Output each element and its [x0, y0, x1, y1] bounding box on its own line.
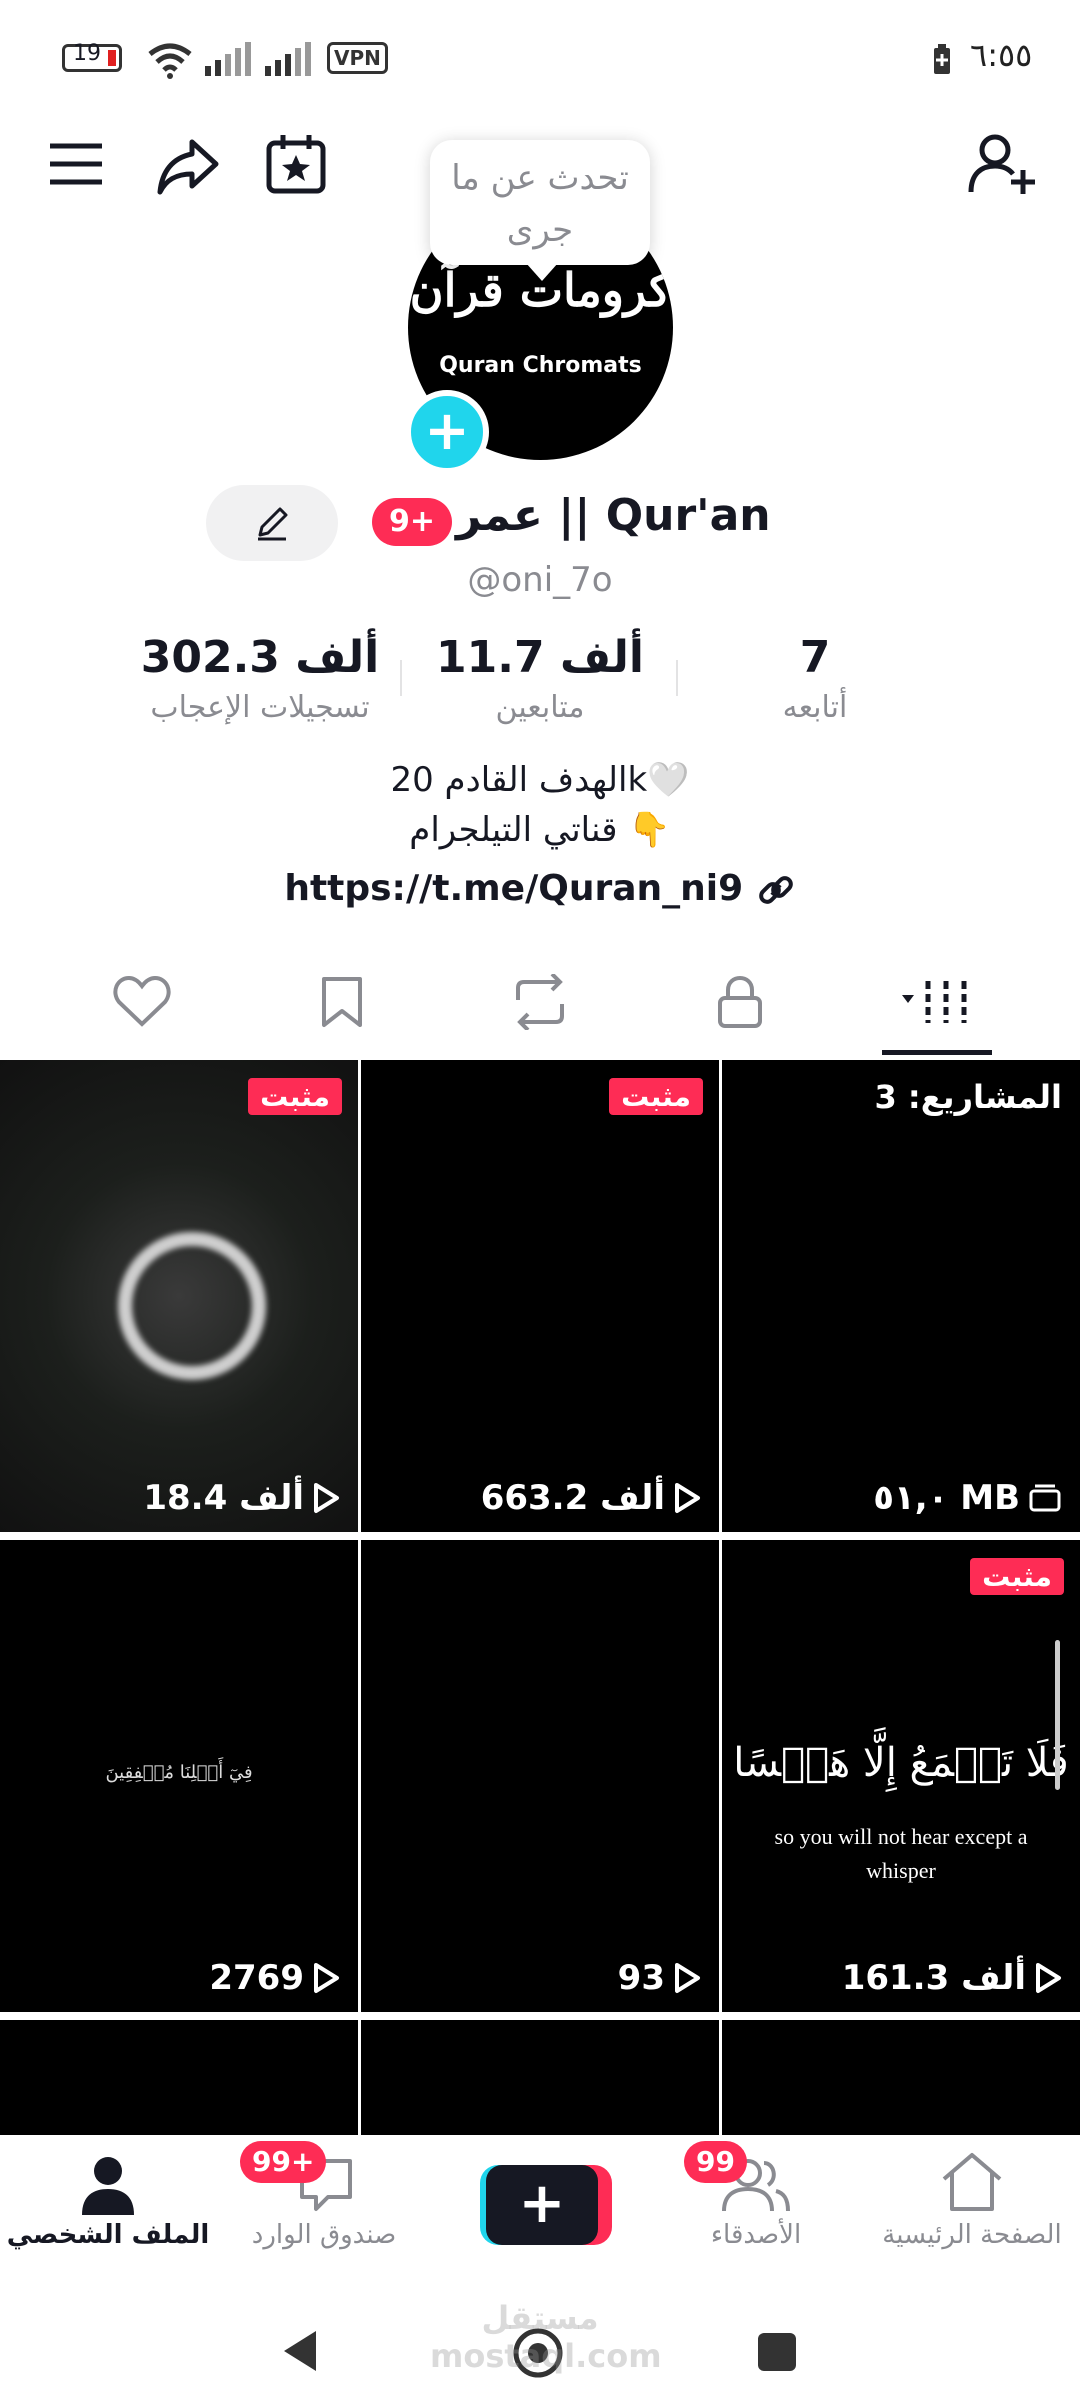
- view-count: 18.4 ألف: [143, 1478, 340, 1518]
- verse-text: فِيٓ أَهۡلِنَا مُشۡفِقِينَ: [105, 1762, 253, 1783]
- plus-icon: +: [486, 2165, 598, 2245]
- repost-icon: [516, 974, 564, 1030]
- avatar-logo-english: Quran Chromats: [439, 353, 642, 378]
- nav-home[interactable]: الصفحة الرئيسية: [864, 2135, 1080, 2285]
- add-friend-icon[interactable]: [960, 126, 1044, 202]
- heart-icon: [113, 976, 171, 1027]
- tooltip-line-2: جرى: [506, 210, 574, 250]
- home-icon: [942, 2153, 1002, 2211]
- nav-profile[interactable]: الملف الشخصي: [0, 2135, 216, 2285]
- video-thumbnail[interactable]: فِيٓ أَهۡلِنَا مُشۡفِقِينَ 2769: [0, 1540, 358, 2012]
- nav-inbox[interactable]: 99+ صندوق الوارد: [216, 2135, 432, 2285]
- pinned-badge: مثبت: [609, 1078, 703, 1115]
- scrollbar[interactable]: [1055, 1640, 1060, 1790]
- lock-icon: [718, 975, 762, 1028]
- video-thumbnail[interactable]: [722, 2020, 1080, 2135]
- recents-icon[interactable]: [756, 2331, 798, 2373]
- drafts-label: المشاريع: 3: [874, 1078, 1062, 1116]
- grid-icon: [902, 981, 967, 1023]
- followers-count[interactable]: 11.7 ألف: [430, 632, 650, 683]
- verse-text: فَلَا تَسۡمَعُ إِلَّا هَمۡسًا: [733, 1740, 1069, 1786]
- add-story-button[interactable]: +: [405, 390, 489, 474]
- video-thumbnail[interactable]: [361, 2020, 719, 2135]
- tab-favorites[interactable]: [282, 962, 402, 1042]
- play-icon: [675, 1483, 700, 1513]
- drafts-icon: [1029, 1484, 1061, 1512]
- following-label: أتابعه: [782, 690, 848, 725]
- edit-profile-button[interactable]: [206, 485, 338, 561]
- view-count: 93: [618, 1958, 701, 1998]
- clock: ٦:٥٥: [970, 36, 1033, 74]
- inbox-badge: 99+: [240, 2141, 327, 2183]
- view-count: 2769: [209, 1958, 340, 1998]
- bio-link[interactable]: https://t.me/Quran_ni9: [0, 868, 1080, 909]
- tab-reposts[interactable]: [480, 962, 600, 1042]
- wifi-icon: [148, 43, 192, 79]
- view-count: 161.3 ألف: [842, 1958, 1062, 1998]
- battery-saver-icon: [934, 44, 950, 74]
- username: @oni_7o: [467, 560, 613, 600]
- video-thumbnail[interactable]: [0, 2020, 358, 2135]
- video-thumbnail[interactable]: مثبت فَلَا تَسۡمَعُ إِلَّا هَمۡسًا so yo…: [722, 1540, 1080, 2012]
- play-icon: [314, 1483, 339, 1513]
- calendar-star-icon[interactable]: [258, 126, 334, 202]
- bio-line-2: قناتي التيلجرام 👇: [409, 810, 671, 850]
- bio-link-text[interactable]: https://t.me/Quran_ni9: [284, 868, 743, 909]
- profile-icon: [82, 2157, 134, 2215]
- tab-private[interactable]: [680, 962, 800, 1042]
- tooltip-line-1: تحدث عن ما: [451, 158, 629, 198]
- battery-icon: 19: [62, 41, 122, 72]
- display-name: عمر || Qur'an: [456, 490, 771, 541]
- view-count: 663.2 ألف: [481, 1478, 701, 1518]
- system-nav-bar: مستقل mostaql.com: [0, 2285, 1080, 2400]
- signal-icon-2: [265, 42, 311, 76]
- play-icon: [314, 1963, 339, 1993]
- notification-badge[interactable]: 9+: [372, 498, 452, 546]
- share-icon[interactable]: [150, 128, 226, 204]
- pinned-badge: مثبت: [248, 1078, 342, 1115]
- status-bar: 19 VPN ٦:٥٥: [0, 0, 1080, 110]
- stat-divider: [400, 660, 402, 696]
- following-count[interactable]: 7: [740, 632, 890, 683]
- watermark: مستقل mostaql.com: [430, 2299, 662, 2375]
- blurred-ring: [118, 1232, 266, 1380]
- tab-videos[interactable]: [878, 962, 998, 1042]
- signal-icon: [205, 42, 251, 76]
- bio-line-1: الهدف القادم 20k🤍: [390, 760, 690, 800]
- followers-label: متابعين: [495, 690, 585, 725]
- vpn-icon: VPN: [327, 42, 388, 74]
- likes-label: تسجيلات الإعجاب: [150, 690, 370, 725]
- tab-indicator: [882, 1050, 992, 1055]
- friends-badge: 99: [684, 2141, 747, 2183]
- pencil-icon: [258, 507, 288, 541]
- status-tooltip[interactable]: تحدث عن ما جرى: [430, 140, 650, 281]
- back-icon[interactable]: [280, 2327, 320, 2375]
- tab-liked[interactable]: [82, 962, 202, 1042]
- bottom-nav: الملف الشخصي 99+ صندوق الوارد + 99 الأصد…: [0, 2135, 1080, 2285]
- play-icon: [675, 1963, 700, 1993]
- nav-friends[interactable]: 99 الأصدقاء: [648, 2135, 864, 2285]
- stat-divider: [676, 660, 678, 696]
- play-icon: [1036, 1963, 1061, 1993]
- drafts-thumbnail[interactable]: المشاريع: 3 ٥١,٠ MB: [722, 1060, 1080, 1532]
- bookmark-icon: [322, 977, 362, 1027]
- create-button[interactable]: +: [432, 2135, 648, 2285]
- menu-icon[interactable]: [40, 128, 112, 200]
- verse-caption: so you will not hear except a whisper: [774, 1824, 1028, 1883]
- video-thumbnail[interactable]: مثبت 18.4 ألف: [0, 1060, 358, 1532]
- video-thumbnail[interactable]: 93: [361, 1540, 719, 2012]
- video-thumbnail[interactable]: مثبت 663.2 ألف: [361, 1060, 719, 1532]
- link-icon: [758, 876, 793, 904]
- pinned-badge: مثبت: [970, 1558, 1064, 1595]
- drafts-size: ٥١,٠ MB: [873, 1478, 1062, 1518]
- likes-count[interactable]: 302.3 ألف: [130, 632, 390, 683]
